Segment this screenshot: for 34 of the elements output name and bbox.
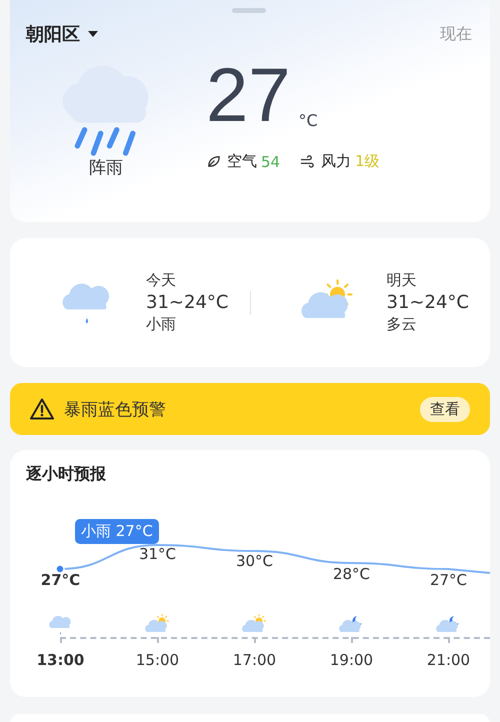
section-title: 逐小时预报 <box>25 463 107 485</box>
hour-temperature: 27°C <box>430 571 468 589</box>
tooltip: 小雨 27°C <box>75 519 159 544</box>
hour-temperature: 30°C <box>236 552 274 570</box>
hour-temperature: 28°C <box>332 564 370 582</box>
condition-text: 小雨 <box>146 315 177 334</box>
current-temperature: 27 <box>206 58 291 134</box>
hour-time: 21:00 <box>426 651 470 669</box>
hour-temperature: 27°C <box>40 571 80 589</box>
location-selector[interactable]: 朝阳区 <box>26 22 98 46</box>
drag-handle[interactable] <box>232 8 266 13</box>
temperature-range: 31~24°C <box>386 292 469 313</box>
hour-temperature: 31°C <box>138 545 176 563</box>
air-quality-value: 54 <box>261 152 280 170</box>
temperature-unit: °C <box>298 111 318 130</box>
day-label: 今天 <box>146 271 177 290</box>
air-label: 空气 <box>227 152 257 171</box>
alert-text: 暴雨蓝色预警 <box>64 398 167 420</box>
hour-time: 13:00 <box>36 651 84 669</box>
wind-label: 风力 <box>321 152 352 171</box>
hour-time: 19:00 <box>330 651 374 669</box>
hour-time: 17:00 <box>232 651 276 669</box>
leaf-icon <box>206 154 221 169</box>
condition-text: 阵雨 <box>89 157 123 179</box>
condition-text: 多云 <box>386 315 418 334</box>
view-button[interactable]: 查看 <box>420 396 470 422</box>
temperature-range: 31~24°C <box>146 292 228 313</box>
wind-level-value: 1级 <box>355 152 380 171</box>
wind-icon <box>300 154 316 169</box>
day-label: 明天 <box>386 271 418 290</box>
hour-time: 15:00 <box>136 651 180 669</box>
now-label: 现在 <box>440 24 472 44</box>
caret-icon <box>88 31 98 37</box>
warning-icon <box>30 398 54 420</box>
